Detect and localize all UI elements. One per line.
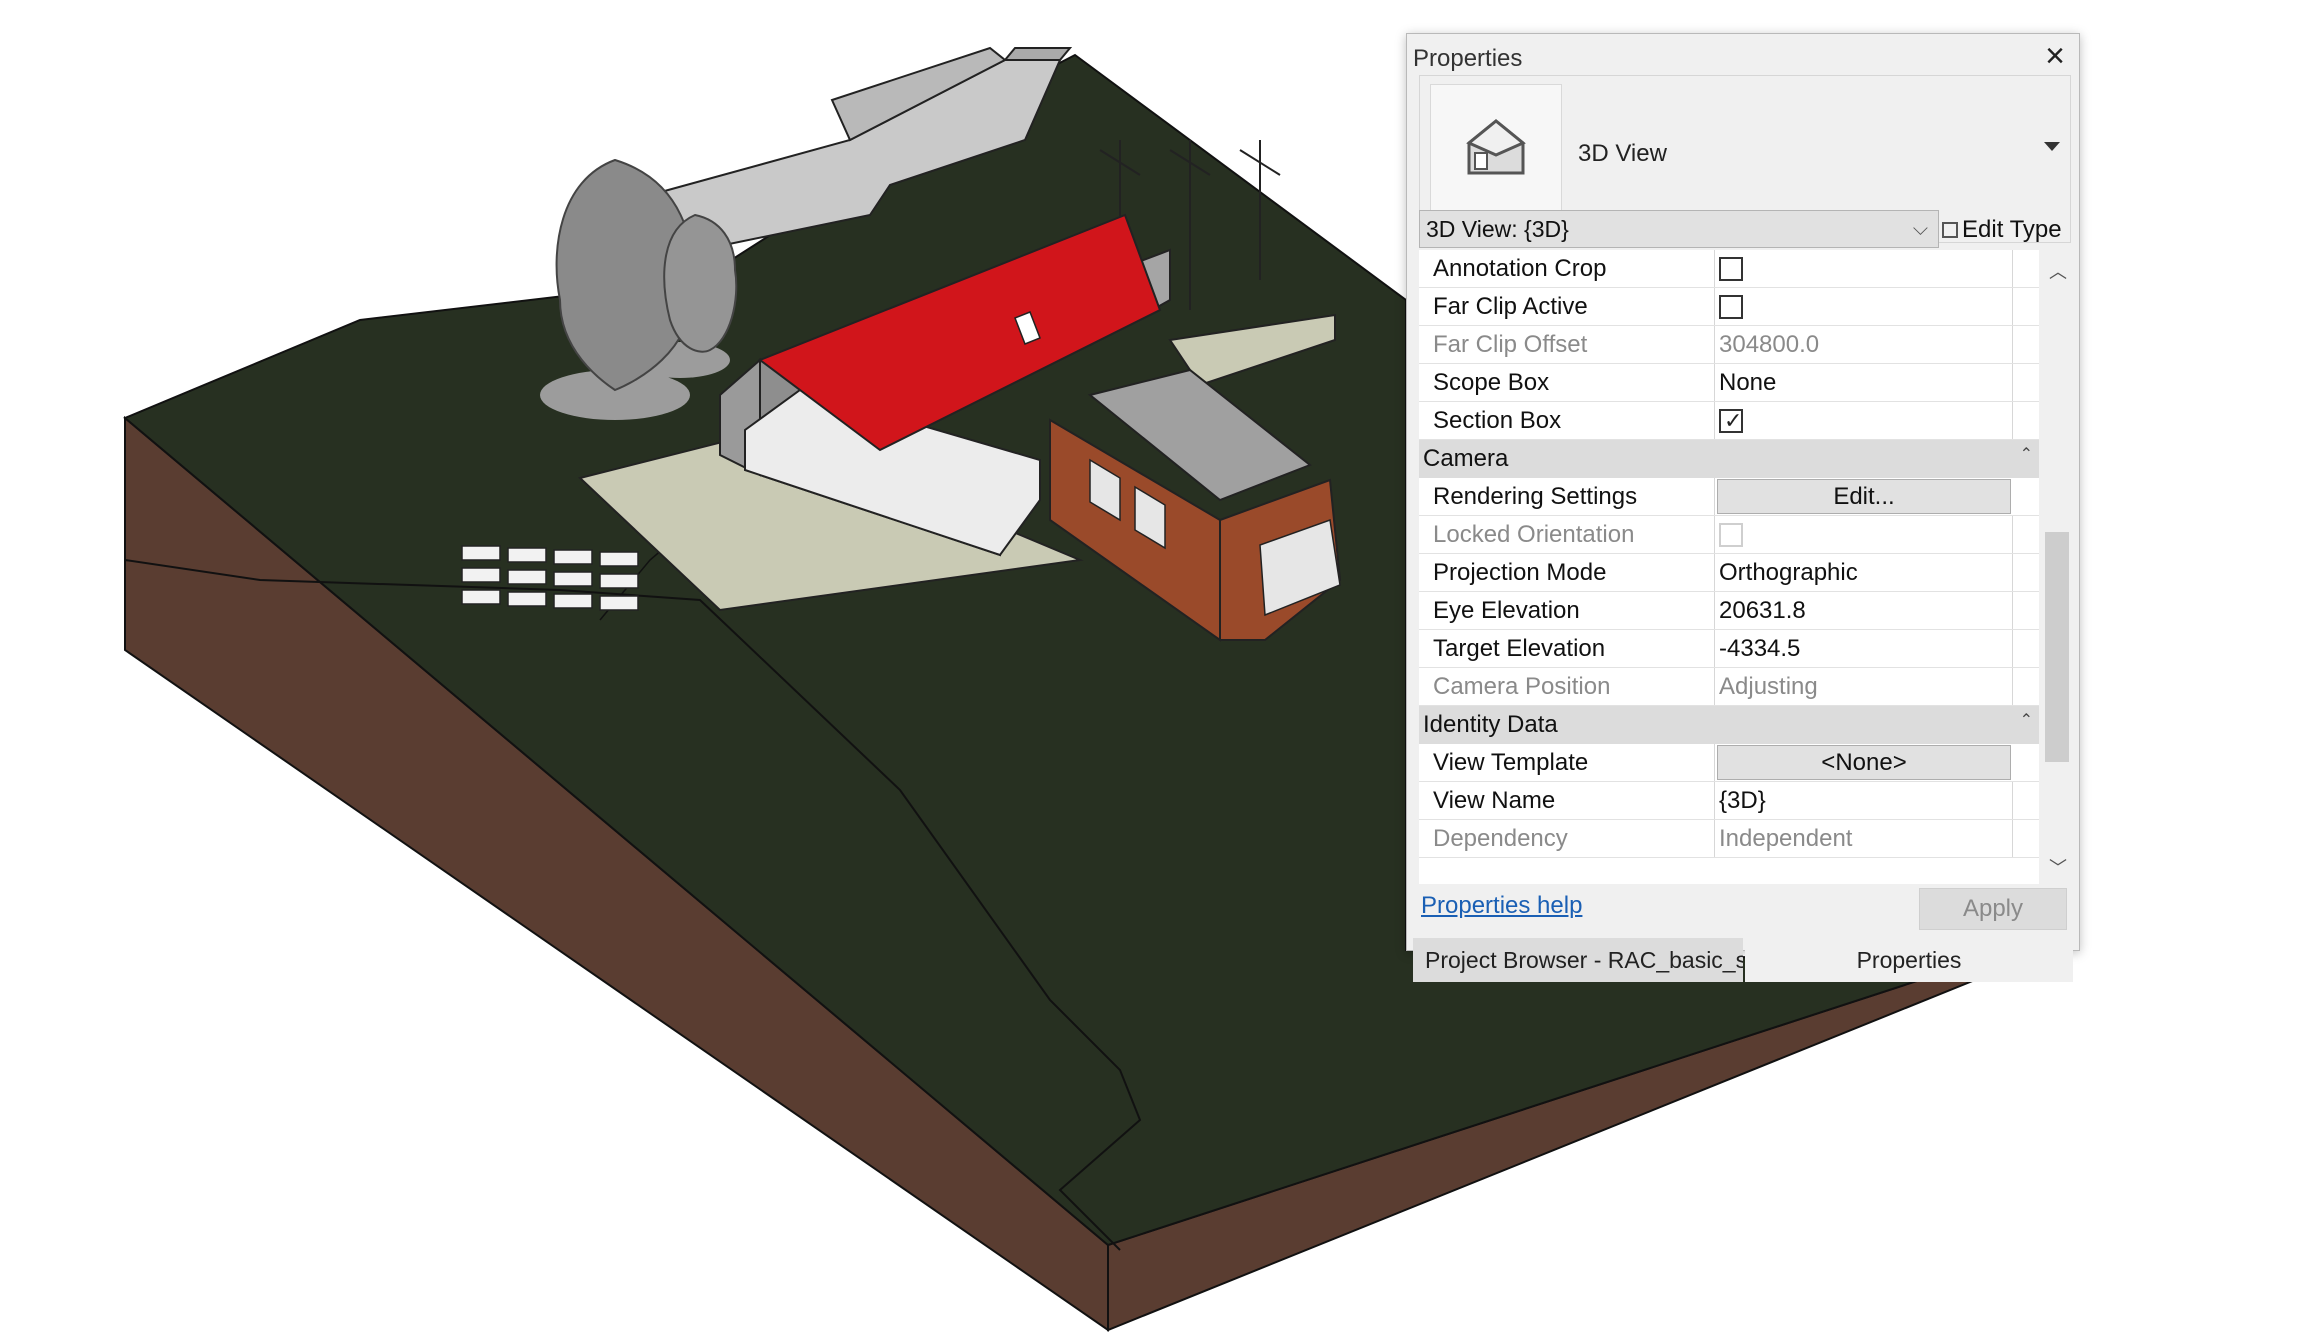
property-name: Scope Box <box>1419 364 1715 401</box>
far-clip-active-checkbox[interactable] <box>1719 295 1743 319</box>
chevron-down-icon: ⌵ <box>1912 218 1928 240</box>
locked-orientation-checkbox <box>1719 523 1743 547</box>
tab-properties[interactable]: Properties <box>1745 938 2073 982</box>
palette-tabs: Project Browser - RAC_basic_s Properties <box>1413 938 2073 984</box>
chevron-up-icon[interactable]: ︿ <box>2049 258 2067 284</box>
property-name: Far Clip Offset <box>1419 326 1715 363</box>
chevron-down-icon[interactable] <box>2044 142 2060 151</box>
property-row-eye-elevation: Eye Elevation 20631.8 <box>1419 592 2039 630</box>
properties-palette: Properties × 3D View 3D View: {3D} ⌵ Edi… <box>1406 33 2080 982</box>
property-row-far-clip-offset: Far Clip Offset 304800.0 <box>1419 326 2039 364</box>
property-value: ✓ <box>1717 402 2013 439</box>
palette-title: Properties <box>1413 45 1523 72</box>
instance-filter-dropdown[interactable]: 3D View: {3D} ⌵ <box>1419 210 1939 248</box>
group-header-camera[interactable]: Camera ⌃ <box>1419 440 2039 478</box>
house-icon <box>1466 119 1526 175</box>
edit-type-icon <box>1942 222 1958 238</box>
property-row-camera-position: Camera Position Adjusting <box>1419 668 2039 706</box>
eye-elevation-field[interactable]: 20631.8 <box>1717 592 2013 629</box>
property-name: Projection Mode <box>1419 554 1715 591</box>
group-header-identity-data[interactable]: Identity Data ⌃ <box>1419 706 2039 744</box>
group-label: Camera <box>1423 445 1509 472</box>
property-row-far-clip-active: Far Clip Active <box>1419 288 2039 326</box>
property-row-projection-mode: Projection Mode Orthographic <box>1419 554 2039 592</box>
rendering-settings-edit-button[interactable]: Edit... <box>1717 479 2011 514</box>
property-row-section-box: Section Box ✓ <box>1419 402 2039 440</box>
property-value <box>1717 288 2013 325</box>
projection-mode-field[interactable]: Orthographic <box>1717 554 2013 591</box>
instance-filter-value: 3D View: {3D} <box>1426 216 1569 242</box>
property-name: Annotation Crop <box>1419 250 1715 287</box>
collapse-icon[interactable]: ⌃ <box>2020 702 2033 740</box>
group-label: Identity Data <box>1423 711 1558 738</box>
property-name: Dependency <box>1419 820 1715 857</box>
property-value: Independent <box>1717 820 2013 857</box>
type-name: 3D View <box>1578 140 1667 167</box>
collapse-icon[interactable]: ⌃ <box>2020 436 2033 474</box>
property-name: Target Elevation <box>1419 630 1715 667</box>
section-box-checkbox[interactable]: ✓ <box>1719 409 1743 433</box>
view-template-button[interactable]: <None> <box>1717 745 2011 780</box>
property-name: View Name <box>1419 782 1715 819</box>
target-elevation-field[interactable]: -4334.5 <box>1717 630 2013 667</box>
property-row-scope-box: Scope Box None <box>1419 364 2039 402</box>
property-row-target-elevation: Target Elevation -4334.5 <box>1419 630 2039 668</box>
property-value <box>1717 250 2013 287</box>
property-name: Section Box <box>1419 402 1715 439</box>
property-grid-scrollbar[interactable]: ︿ ﹀ <box>2041 250 2073 884</box>
edit-type-button[interactable]: Edit Type <box>1942 212 2062 248</box>
tab-project-browser[interactable]: Project Browser - RAC_basic_s <box>1413 938 1743 982</box>
scrollbar-thumb[interactable] <box>2045 532 2069 762</box>
property-row-annotation-crop: Annotation Crop <box>1419 250 2039 288</box>
property-row-view-template: View Template <None> <box>1419 744 2039 782</box>
property-row-dependency: Dependency Independent <box>1419 820 2039 858</box>
apply-button: Apply <box>1919 888 2067 930</box>
property-value: Adjusting <box>1717 668 2013 705</box>
checkmark-icon: ✓ <box>1724 408 1743 433</box>
property-name: Eye Elevation <box>1419 592 1715 629</box>
close-icon[interactable]: × <box>2037 38 2073 74</box>
view-name-field[interactable]: {3D} <box>1717 782 2013 819</box>
type-thumbnail <box>1430 84 1562 214</box>
property-value <box>1717 516 2013 553</box>
property-row-locked-orientation: Locked Orientation <box>1419 516 2039 554</box>
edit-type-label: Edit Type <box>1962 216 2062 243</box>
annotation-crop-checkbox[interactable] <box>1719 257 1743 281</box>
property-name: Rendering Settings <box>1419 478 1715 515</box>
property-row-rendering-settings: Rendering Settings Edit... <box>1419 478 2039 516</box>
property-name: Locked Orientation <box>1419 516 1715 553</box>
properties-help-link[interactable]: Properties help <box>1421 892 1582 920</box>
property-name: View Template <box>1419 744 1715 781</box>
retaining-wall-2 <box>1002 47 1073 61</box>
property-grid: Annotation Crop Far Clip Active Far Clip… <box>1419 250 2039 884</box>
property-value: 304800.0 <box>1717 326 2013 363</box>
property-name: Far Clip Active <box>1419 288 1715 325</box>
property-name: Camera Position <box>1419 668 1715 705</box>
property-row-view-name: View Name {3D} <box>1419 782 2039 820</box>
chevron-down-icon[interactable]: ﹀ <box>2049 854 2067 880</box>
scope-box-field[interactable]: None <box>1717 364 2013 401</box>
